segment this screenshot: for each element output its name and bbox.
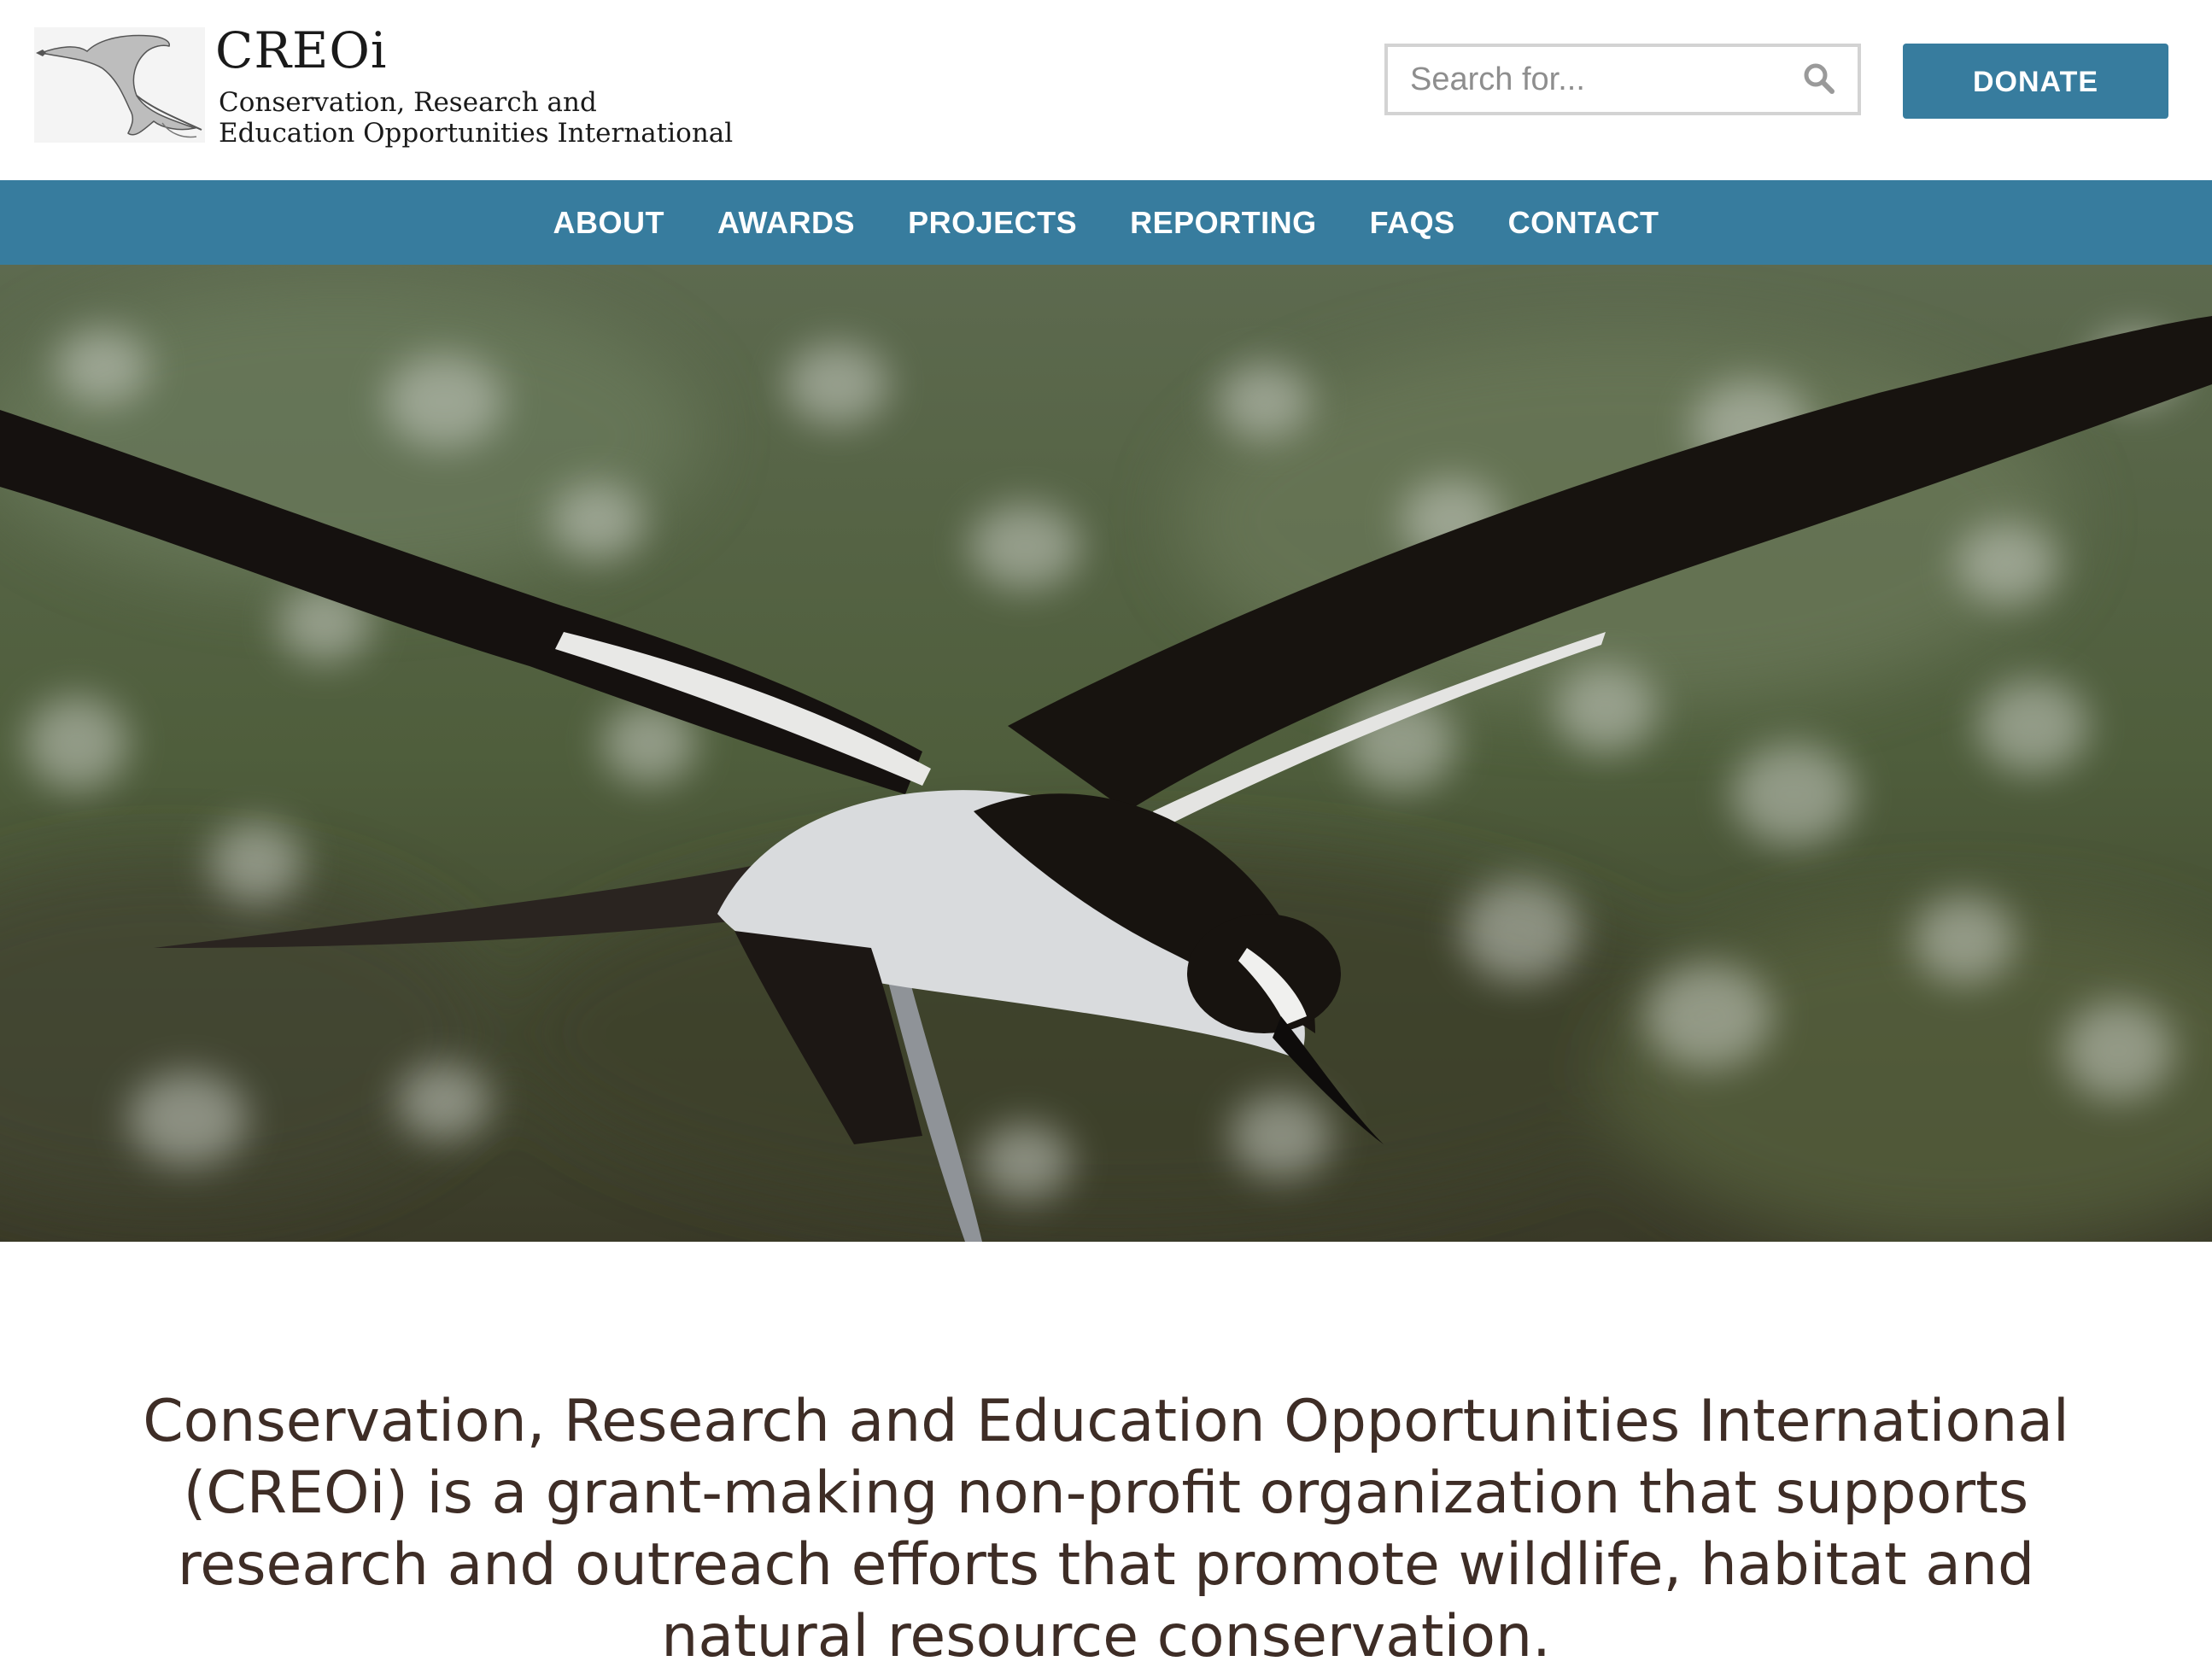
hero-image: [0, 265, 2212, 1242]
nav-item-reporting[interactable]: REPORTING: [1130, 205, 1317, 241]
logo-tagline-line2: Education Opportunities International: [219, 118, 734, 149]
search-input[interactable]: [1388, 47, 1764, 112]
nav-item-projects[interactable]: PROJECTS: [908, 205, 1077, 241]
site-logo[interactable]: CREOi Conservation, Research and Educati…: [34, 20, 733, 149]
tern-photo-illustration: [0, 265, 2212, 1242]
search-icon[interactable]: [1803, 62, 1835, 95]
intro-statement: Conservation, Research and Education Opp…: [143, 1388, 2069, 1670]
donate-button[interactable]: DONATE: [1903, 44, 2168, 119]
search-box: [1384, 44, 1861, 115]
logo-tagline-line1: Conservation, Research and: [219, 87, 597, 118]
bird-logo-icon: [34, 27, 205, 143]
logo-abbreviation: CREOi: [215, 21, 388, 79]
site-header: CREOi Conservation, Research and Educati…: [0, 0, 2212, 180]
nav-item-faqs[interactable]: FAQS: [1370, 205, 1455, 241]
nav-item-awards[interactable]: AWARDS: [717, 205, 855, 241]
main-navigation: ABOUT AWARDS PROJECTS REPORTING FAQS CON…: [0, 180, 2212, 265]
nav-item-about[interactable]: ABOUT: [553, 205, 665, 241]
nav-item-contact[interactable]: CONTACT: [1508, 205, 1659, 241]
